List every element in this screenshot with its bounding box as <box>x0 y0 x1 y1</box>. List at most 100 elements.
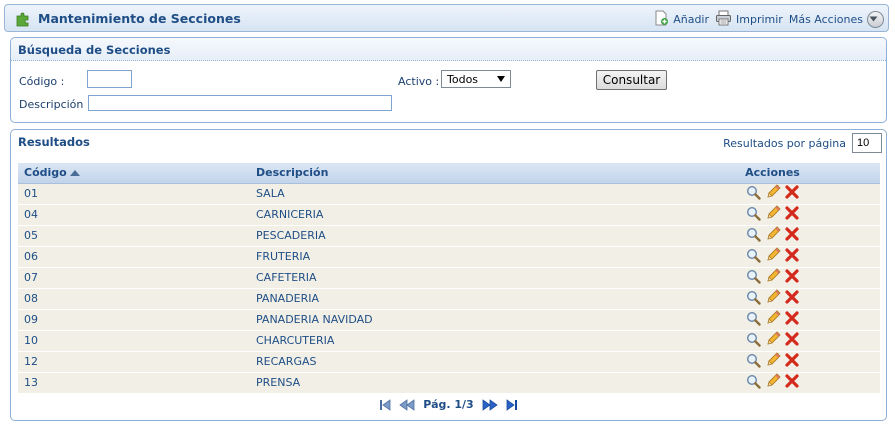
active-select[interactable]: Todos <box>441 70 511 88</box>
per-page-control: Resultados por página <box>723 133 882 153</box>
view-icon[interactable] <box>746 248 761 263</box>
column-header-actions: Acciones <box>665 163 880 184</box>
cell-code[interactable]: 08 <box>18 288 250 310</box>
cell-description[interactable]: CHARCUTERIA <box>250 330 665 352</box>
delete-icon[interactable] <box>785 290 799 304</box>
next-page-button[interactable] <box>482 398 498 411</box>
edit-icon[interactable] <box>765 331 781 347</box>
column-header-description-label: Descripción <box>256 166 329 180</box>
search-panel-header: Búsqueda de Secciones <box>11 38 886 61</box>
cell-description[interactable]: CARNICERIA <box>250 204 665 226</box>
printer-icon <box>715 10 736 29</box>
cell-code[interactable]: 04 <box>18 204 250 226</box>
print-button[interactable]: Imprimir <box>715 10 783 29</box>
cell-code[interactable]: 06 <box>18 246 250 268</box>
cell-actions <box>665 330 880 352</box>
cell-code[interactable]: 10 <box>18 330 250 352</box>
view-icon[interactable] <box>746 290 761 305</box>
cell-code[interactable]: 09 <box>18 309 250 331</box>
add-button[interactable]: Añadir <box>653 10 709 29</box>
delete-icon[interactable] <box>785 332 799 346</box>
edit-icon[interactable] <box>765 352 781 368</box>
delete-icon[interactable] <box>785 353 799 367</box>
last-page-button[interactable] <box>506 398 518 411</box>
cell-description[interactable]: CAFETERIA <box>250 267 665 289</box>
per-page-label: Resultados por página <box>723 136 846 150</box>
table-row[interactable]: 08 PANADERIA <box>18 288 880 310</box>
cell-code[interactable]: 13 <box>18 372 250 394</box>
edit-icon[interactable] <box>765 310 781 326</box>
edit-icon[interactable] <box>765 247 781 263</box>
toolbar: Añadir Imprimir Más Acciones <box>647 10 884 28</box>
edit-icon[interactable] <box>765 268 781 284</box>
delete-icon[interactable] <box>785 248 799 262</box>
table-row[interactable]: 12 RECARGAS <box>18 351 880 373</box>
view-icon[interactable] <box>746 185 761 200</box>
code-input[interactable] <box>87 70 132 88</box>
chevron-down-circle-icon <box>867 10 884 28</box>
cell-code[interactable]: 07 <box>18 267 250 289</box>
edit-icon[interactable] <box>765 184 781 200</box>
view-icon[interactable] <box>746 353 761 368</box>
column-header-code[interactable]: Código <box>18 163 250 184</box>
delete-icon[interactable] <box>785 311 799 325</box>
edit-icon[interactable] <box>765 226 781 242</box>
cell-description[interactable]: PRENSA <box>250 372 665 394</box>
view-icon[interactable] <box>746 206 761 221</box>
first-page-button[interactable] <box>379 398 391 411</box>
view-icon[interactable] <box>746 227 761 242</box>
page-indicator: Pág. 1/3 <box>423 398 474 411</box>
cell-actions <box>665 372 880 394</box>
results-table: Código Descripción Acciones 01 SALA 04 CARN… <box>18 163 880 394</box>
delete-icon[interactable] <box>785 227 799 241</box>
table-row[interactable]: 07 CAFETERIA <box>18 267 880 289</box>
results-panel: Resultados Resultados por página Código … <box>10 129 887 421</box>
pagination: Pág. 1/3 <box>11 398 886 411</box>
edit-icon[interactable] <box>765 373 781 389</box>
search-panel: Búsqueda de Secciones Código : Descripci… <box>10 37 887 123</box>
description-input[interactable] <box>88 95 392 111</box>
table-row[interactable]: 09 PANADERIA NAVIDAD <box>18 309 880 331</box>
cell-description[interactable]: PANADERIA <box>250 288 665 310</box>
table-row[interactable]: 05 PESCADERIA <box>18 225 880 247</box>
column-header-description[interactable]: Descripción <box>250 163 665 184</box>
cell-actions <box>665 351 880 373</box>
last-page-icon <box>506 398 517 411</box>
cell-code[interactable]: 01 <box>18 183 250 205</box>
consultar-button[interactable]: Consultar <box>596 70 667 90</box>
delete-icon[interactable] <box>785 185 799 199</box>
cell-description[interactable]: FRUTERIA <box>250 246 665 268</box>
cell-actions <box>665 309 880 331</box>
table-header-row: Código Descripción Acciones <box>18 163 880 184</box>
cell-code[interactable]: 05 <box>18 225 250 247</box>
table-row[interactable]: 06 FRUTERIA <box>18 246 880 268</box>
table-row[interactable]: 01 SALA <box>18 183 880 205</box>
delete-icon[interactable] <box>785 269 799 283</box>
cell-description[interactable]: PANADERIA NAVIDAD <box>250 309 665 331</box>
previous-page-icon <box>399 398 415 411</box>
cell-description[interactable]: RECARGAS <box>250 351 665 373</box>
more-actions-button[interactable]: Más Acciones <box>788 10 884 28</box>
table-row[interactable]: 04 CARNICERIA <box>18 204 880 226</box>
cell-actions <box>665 246 880 268</box>
edit-icon[interactable] <box>765 205 781 221</box>
per-page-input[interactable] <box>852 133 882 153</box>
view-icon[interactable] <box>746 374 761 389</box>
cell-description[interactable]: PESCADERIA <box>250 225 665 247</box>
view-icon[interactable] <box>746 311 761 326</box>
puzzle-icon <box>15 11 31 27</box>
cell-actions <box>665 183 880 205</box>
previous-page-button[interactable] <box>399 398 415 411</box>
edit-icon[interactable] <box>765 289 781 305</box>
view-icon[interactable] <box>746 332 761 347</box>
column-header-code-label: Código <box>24 166 67 180</box>
table-row[interactable]: 10 CHARCUTERIA <box>18 330 880 352</box>
cell-description[interactable]: SALA <box>250 183 665 205</box>
delete-icon[interactable] <box>785 206 799 220</box>
next-page-icon <box>482 398 498 411</box>
delete-icon[interactable] <box>785 374 799 388</box>
view-icon[interactable] <box>746 269 761 284</box>
table-row[interactable]: 13 PRENSA <box>18 372 880 394</box>
cell-code[interactable]: 12 <box>18 351 250 373</box>
more-actions-label: Más Acciones <box>788 12 863 26</box>
